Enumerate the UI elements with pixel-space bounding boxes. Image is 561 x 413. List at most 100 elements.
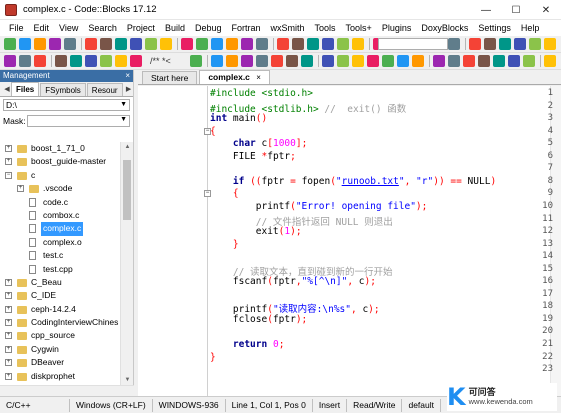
toolbar-tool-icon[interactable]	[211, 55, 223, 67]
menu-debug[interactable]: Debug	[190, 20, 227, 36]
tab-fsymbols[interactable]: FSymbols	[40, 83, 86, 96]
menu-view[interactable]: View	[54, 20, 83, 36]
toolbar-tool-icon[interactable]	[514, 38, 526, 50]
toolbar-tool-icon[interactable]	[211, 38, 223, 50]
management-close-icon[interactable]: ×	[125, 70, 130, 82]
tab-complex-c[interactable]: complex.c ×	[199, 70, 270, 84]
toolbar-tool-icon[interactable]	[337, 38, 349, 50]
toolbar-tool-icon[interactable]	[382, 55, 394, 67]
expand-icon[interactable]: +	[5, 372, 12, 380]
toolbar-tool-icon[interactable]	[55, 55, 67, 67]
tree-item-boost-1-71-0[interactable]: + boost_1_71_0	[0, 142, 120, 155]
toolbar-tool-icon[interactable]	[160, 38, 172, 50]
tab-start-here[interactable]: Start here	[142, 71, 198, 84]
toolbar-tool-icon[interactable]	[508, 55, 520, 67]
code-editor[interactable]: 1 #include <stdio.h> 2 #include <stdlib.h> …	[138, 86, 561, 396]
scrollbar-thumb[interactable]	[123, 160, 131, 220]
toolbar-tool-icon[interactable]	[352, 38, 364, 50]
toolbar-tool-icon[interactable]	[34, 55, 46, 67]
toolbar-tool-icon[interactable]	[64, 38, 76, 50]
expand-icon[interactable]: +	[17, 185, 24, 193]
toolbar-tool-icon[interactable]	[397, 55, 409, 67]
toolbar-tool-icon[interactable]	[544, 55, 556, 67]
toolbar-tool-icon[interactable]	[433, 55, 445, 67]
toolbar-tool-icon[interactable]	[292, 38, 304, 50]
toolbar-tool-icon[interactable]	[181, 38, 193, 50]
menu-build[interactable]: Build	[160, 20, 190, 36]
close-tab-icon[interactable]: ×	[256, 73, 261, 82]
mask-input[interactable]: ▼	[27, 115, 130, 127]
tree-item-dbeaver[interactable]: + DBeaver	[0, 356, 120, 369]
toolbar-tool-icon[interactable]	[190, 55, 202, 67]
toolbar-tool-icon[interactable]	[478, 55, 490, 67]
toolbar-tool-icon[interactable]	[85, 55, 97, 67]
menu-plugins[interactable]: Plugins	[377, 20, 417, 36]
toolbar-tool-icon[interactable]	[85, 38, 97, 50]
menu-project[interactable]: Project	[122, 20, 160, 36]
menu-fortran[interactable]: Fortran	[226, 20, 265, 36]
tab-files[interactable]: Files	[11, 82, 40, 96]
tree-item-codinginterviewchines[interactable]: + CodingInterviewChines	[0, 316, 120, 329]
toolbar-tool-icon[interactable]	[115, 55, 127, 67]
expand-icon[interactable]: +	[5, 305, 12, 313]
tree-item-cygwin[interactable]: + Cygwin	[0, 343, 120, 356]
toolbar-tool-icon[interactable]	[100, 38, 112, 50]
toolbar-tool-icon[interactable]	[544, 38, 556, 50]
toolbar-tool-icon[interactable]	[448, 55, 460, 67]
tree-item-test-cpp[interactable]: test.cpp	[0, 263, 120, 276]
doc-comment-button[interactable]: /** *<	[150, 55, 171, 67]
drive-select[interactable]: D:\ ▼	[3, 99, 130, 111]
menu-edit[interactable]: Edit	[29, 20, 55, 36]
maximize-button[interactable]: ☐	[501, 0, 531, 20]
toolbar-tool-icon[interactable]	[34, 38, 46, 50]
toolbar-tool-icon[interactable]	[4, 38, 16, 50]
toolbar-tool-icon[interactable]	[412, 55, 424, 67]
menu-file[interactable]: File	[4, 20, 29, 36]
expand-icon[interactable]: +	[5, 145, 12, 152]
menu-doxyblocks[interactable]: DoxyBlocks	[416, 20, 473, 36]
toolbar-tool-icon[interactable]	[484, 38, 496, 50]
tree-item-complex-c[interactable]: complex.c	[0, 222, 120, 236]
tree-item-combox-c[interactable]: combox.c	[0, 209, 120, 222]
toolbar-tool-icon[interactable]	[367, 55, 379, 67]
toolbar-dropdown[interactable]	[378, 38, 448, 50]
expand-icon[interactable]: +	[5, 319, 12, 327]
toolbar-tool-icon[interactable]	[19, 38, 31, 50]
expand-icon[interactable]: +	[5, 332, 12, 340]
menu-tools[interactable]: Tools	[310, 20, 341, 36]
toolbar-tool-icon[interactable]	[115, 38, 127, 50]
close-window-button[interactable]: ✕	[531, 0, 561, 20]
scroll-up-icon[interactable]: ▲	[121, 142, 134, 153]
tree-vertical-scrollbar[interactable]: ▲ ▼	[120, 142, 133, 386]
toolbar-tool-icon[interactable]	[130, 38, 142, 50]
toolbar-tool-icon[interactable]	[301, 55, 313, 67]
expand-icon[interactable]: +	[5, 158, 12, 166]
menu-settings[interactable]: Settings	[473, 20, 516, 36]
toolbar-tool-icon[interactable]	[469, 38, 481, 50]
tree-item-ceph-14-2-4[interactable]: + ceph-14.2.4	[0, 303, 120, 316]
menu-wxsmith[interactable]: wxSmith	[266, 20, 310, 36]
expand-icon[interactable]: +	[5, 345, 12, 353]
menu-tools-plus[interactable]: Tools+	[341, 20, 377, 36]
toolbar-tool-icon[interactable]	[322, 55, 334, 67]
toolbar-tool-icon[interactable]	[256, 55, 268, 67]
toolbar-tool-icon[interactable]	[241, 55, 253, 67]
toolbar-tool-icon[interactable]	[145, 38, 157, 50]
toolbar-tool-icon[interactable]	[286, 55, 298, 67]
toolbar-tool-icon[interactable]	[337, 55, 349, 67]
toolbar-tool-icon[interactable]	[226, 38, 238, 50]
tree-item-diskprophet[interactable]: + diskprophet	[0, 370, 120, 383]
tree-item-code-c[interactable]: code.c	[0, 196, 120, 209]
toolbar-tool-icon[interactable]	[271, 55, 283, 67]
expand-icon[interactable]: +	[5, 359, 12, 367]
toolbar-tool-icon[interactable]	[463, 55, 475, 67]
toolbar-tool-icon[interactable]	[448, 38, 460, 50]
tree-item-boost-guide-master[interactable]: + boost_guide-master	[0, 155, 120, 168]
toolbar-tool-icon[interactable]	[523, 55, 535, 67]
tree-horizontal-scrollbar[interactable]	[0, 385, 134, 396]
toolbar-tool-icon[interactable]	[256, 38, 268, 50]
menu-search[interactable]: Search	[83, 20, 122, 36]
expand-icon[interactable]: +	[5, 292, 12, 300]
tree-item-c-beau[interactable]: + C_Beau	[0, 276, 120, 289]
collapse-icon[interactable]: −	[5, 171, 12, 179]
